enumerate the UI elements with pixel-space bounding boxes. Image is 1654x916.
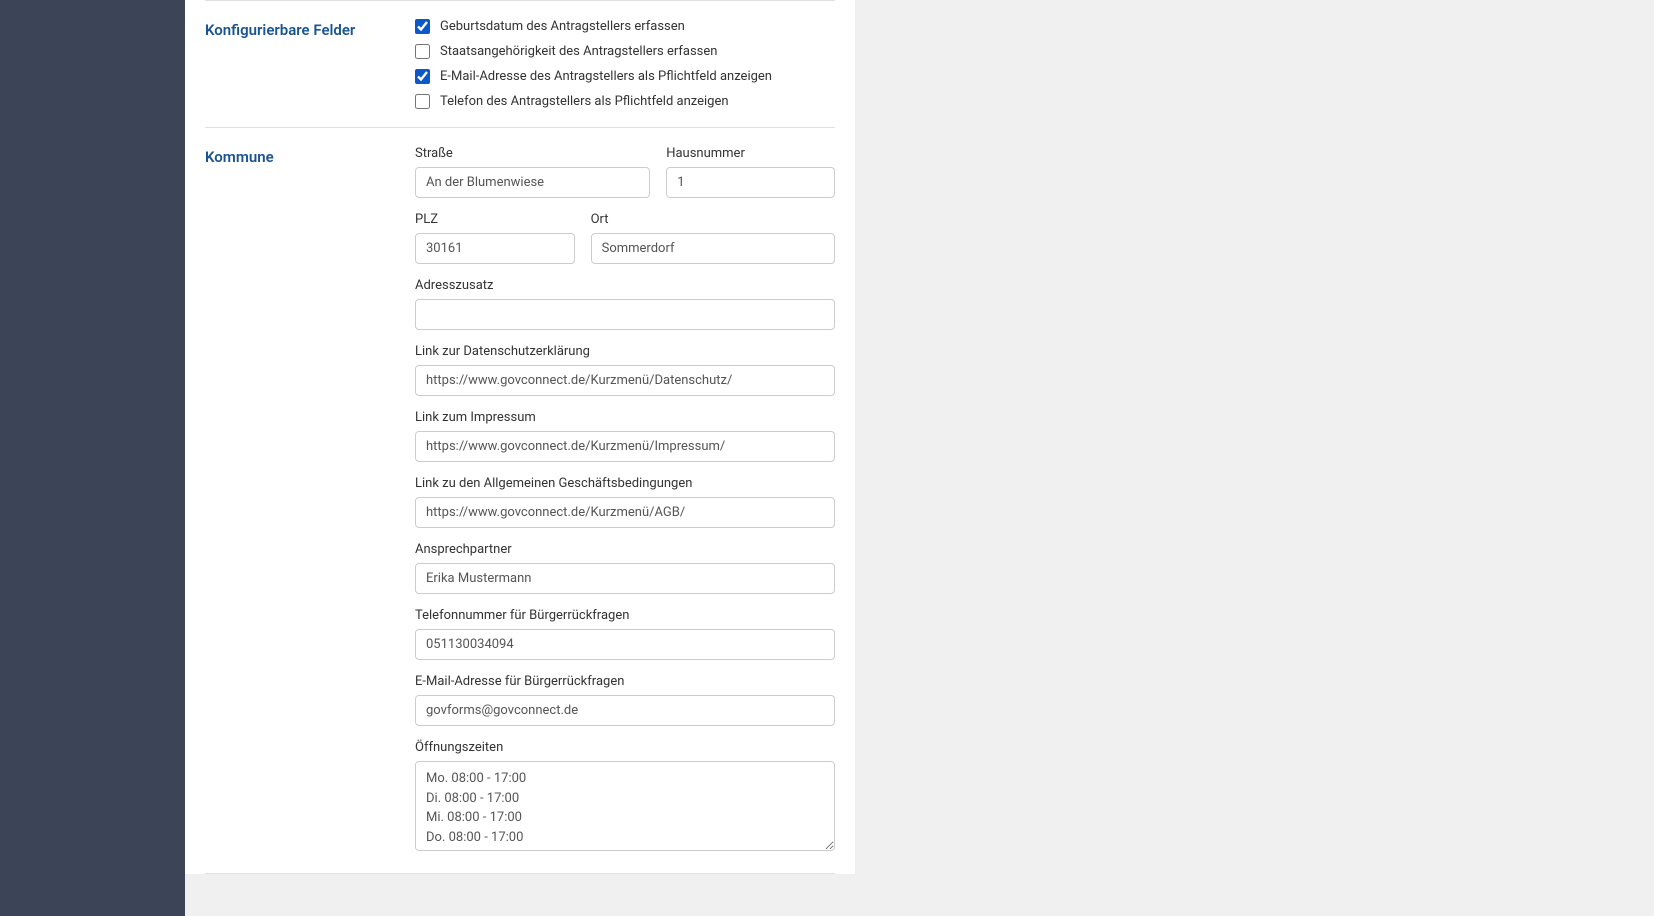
email-input[interactable] [415,695,835,726]
sidebar [0,0,185,916]
checkbox-nationality[interactable]: Staatsangehörigkeit des Antragstellers e… [415,44,835,59]
hausnummer-label: Hausnummer [666,146,835,161]
checkbox-phone-required-input[interactable] [415,94,430,109]
telefon-input[interactable] [415,629,835,660]
strasse-label: Straße [415,146,650,161]
checkbox-email-required[interactable]: E-Mail-Adresse des Antragstellers als Pf… [415,69,835,84]
checkbox-email-required-input[interactable] [415,69,430,84]
agb-label: Link zu den Allgemeinen Geschäftsbedingu… [415,476,835,491]
datenschutz-input[interactable] [415,365,835,396]
section-kommune: Kommune Straße Hausnummer PLZ [205,128,835,874]
checkbox-phone-required[interactable]: Telefon des Antragstellers als Pflichtfe… [415,94,835,109]
section-title-kommune: Kommune [205,146,415,855]
checkbox-nationality-input[interactable] [415,44,430,59]
checkbox-birthdate-label: Geburtsdatum des Antragstellers erfassen [440,19,685,34]
main-area: Konfigurierbare Felder Geburtsdatum des … [185,0,1654,916]
checkbox-email-required-label: E-Mail-Adresse des Antragstellers als Pf… [440,69,772,84]
strasse-input[interactable] [415,167,650,198]
section-title-configurable: Konfigurierbare Felder [205,19,415,109]
configurable-body: Geburtsdatum des Antragstellers erfassen… [415,19,835,109]
impressum-label: Link zum Impressum [415,410,835,425]
checkbox-nationality-label: Staatsangehörigkeit des Antragstellers e… [440,44,717,59]
ansprechpartner-label: Ansprechpartner [415,542,835,557]
plz-label: PLZ [415,212,575,227]
plz-input[interactable] [415,233,575,264]
impressum-input[interactable] [415,431,835,462]
ansprechpartner-input[interactable] [415,563,835,594]
datenschutz-label: Link zur Datenschutzerklärung [415,344,835,359]
email-label: E-Mail-Adresse für Bürgerrückfragen [415,674,835,689]
adresszusatz-label: Adresszusatz [415,278,835,293]
checkbox-birthdate-input[interactable] [415,19,430,34]
hausnummer-input[interactable] [666,167,835,198]
agb-input[interactable] [415,497,835,528]
checkbox-phone-required-label: Telefon des Antragstellers als Pflichtfe… [440,94,729,109]
ort-input[interactable] [591,233,835,264]
oeffnungszeiten-input[interactable] [415,761,835,851]
ort-label: Ort [591,212,835,227]
adresszusatz-input[interactable] [415,299,835,330]
oeffnungszeiten-label: Öffnungszeiten [415,740,835,755]
checkbox-birthdate[interactable]: Geburtsdatum des Antragstellers erfassen [415,19,835,34]
telefon-label: Telefonnummer für Bürgerrückfragen [415,608,835,623]
kommune-body: Straße Hausnummer PLZ Ort [415,146,835,855]
content-card: Konfigurierbare Felder Geburtsdatum des … [185,0,855,874]
section-configurable: Konfigurierbare Felder Geburtsdatum des … [205,0,835,128]
